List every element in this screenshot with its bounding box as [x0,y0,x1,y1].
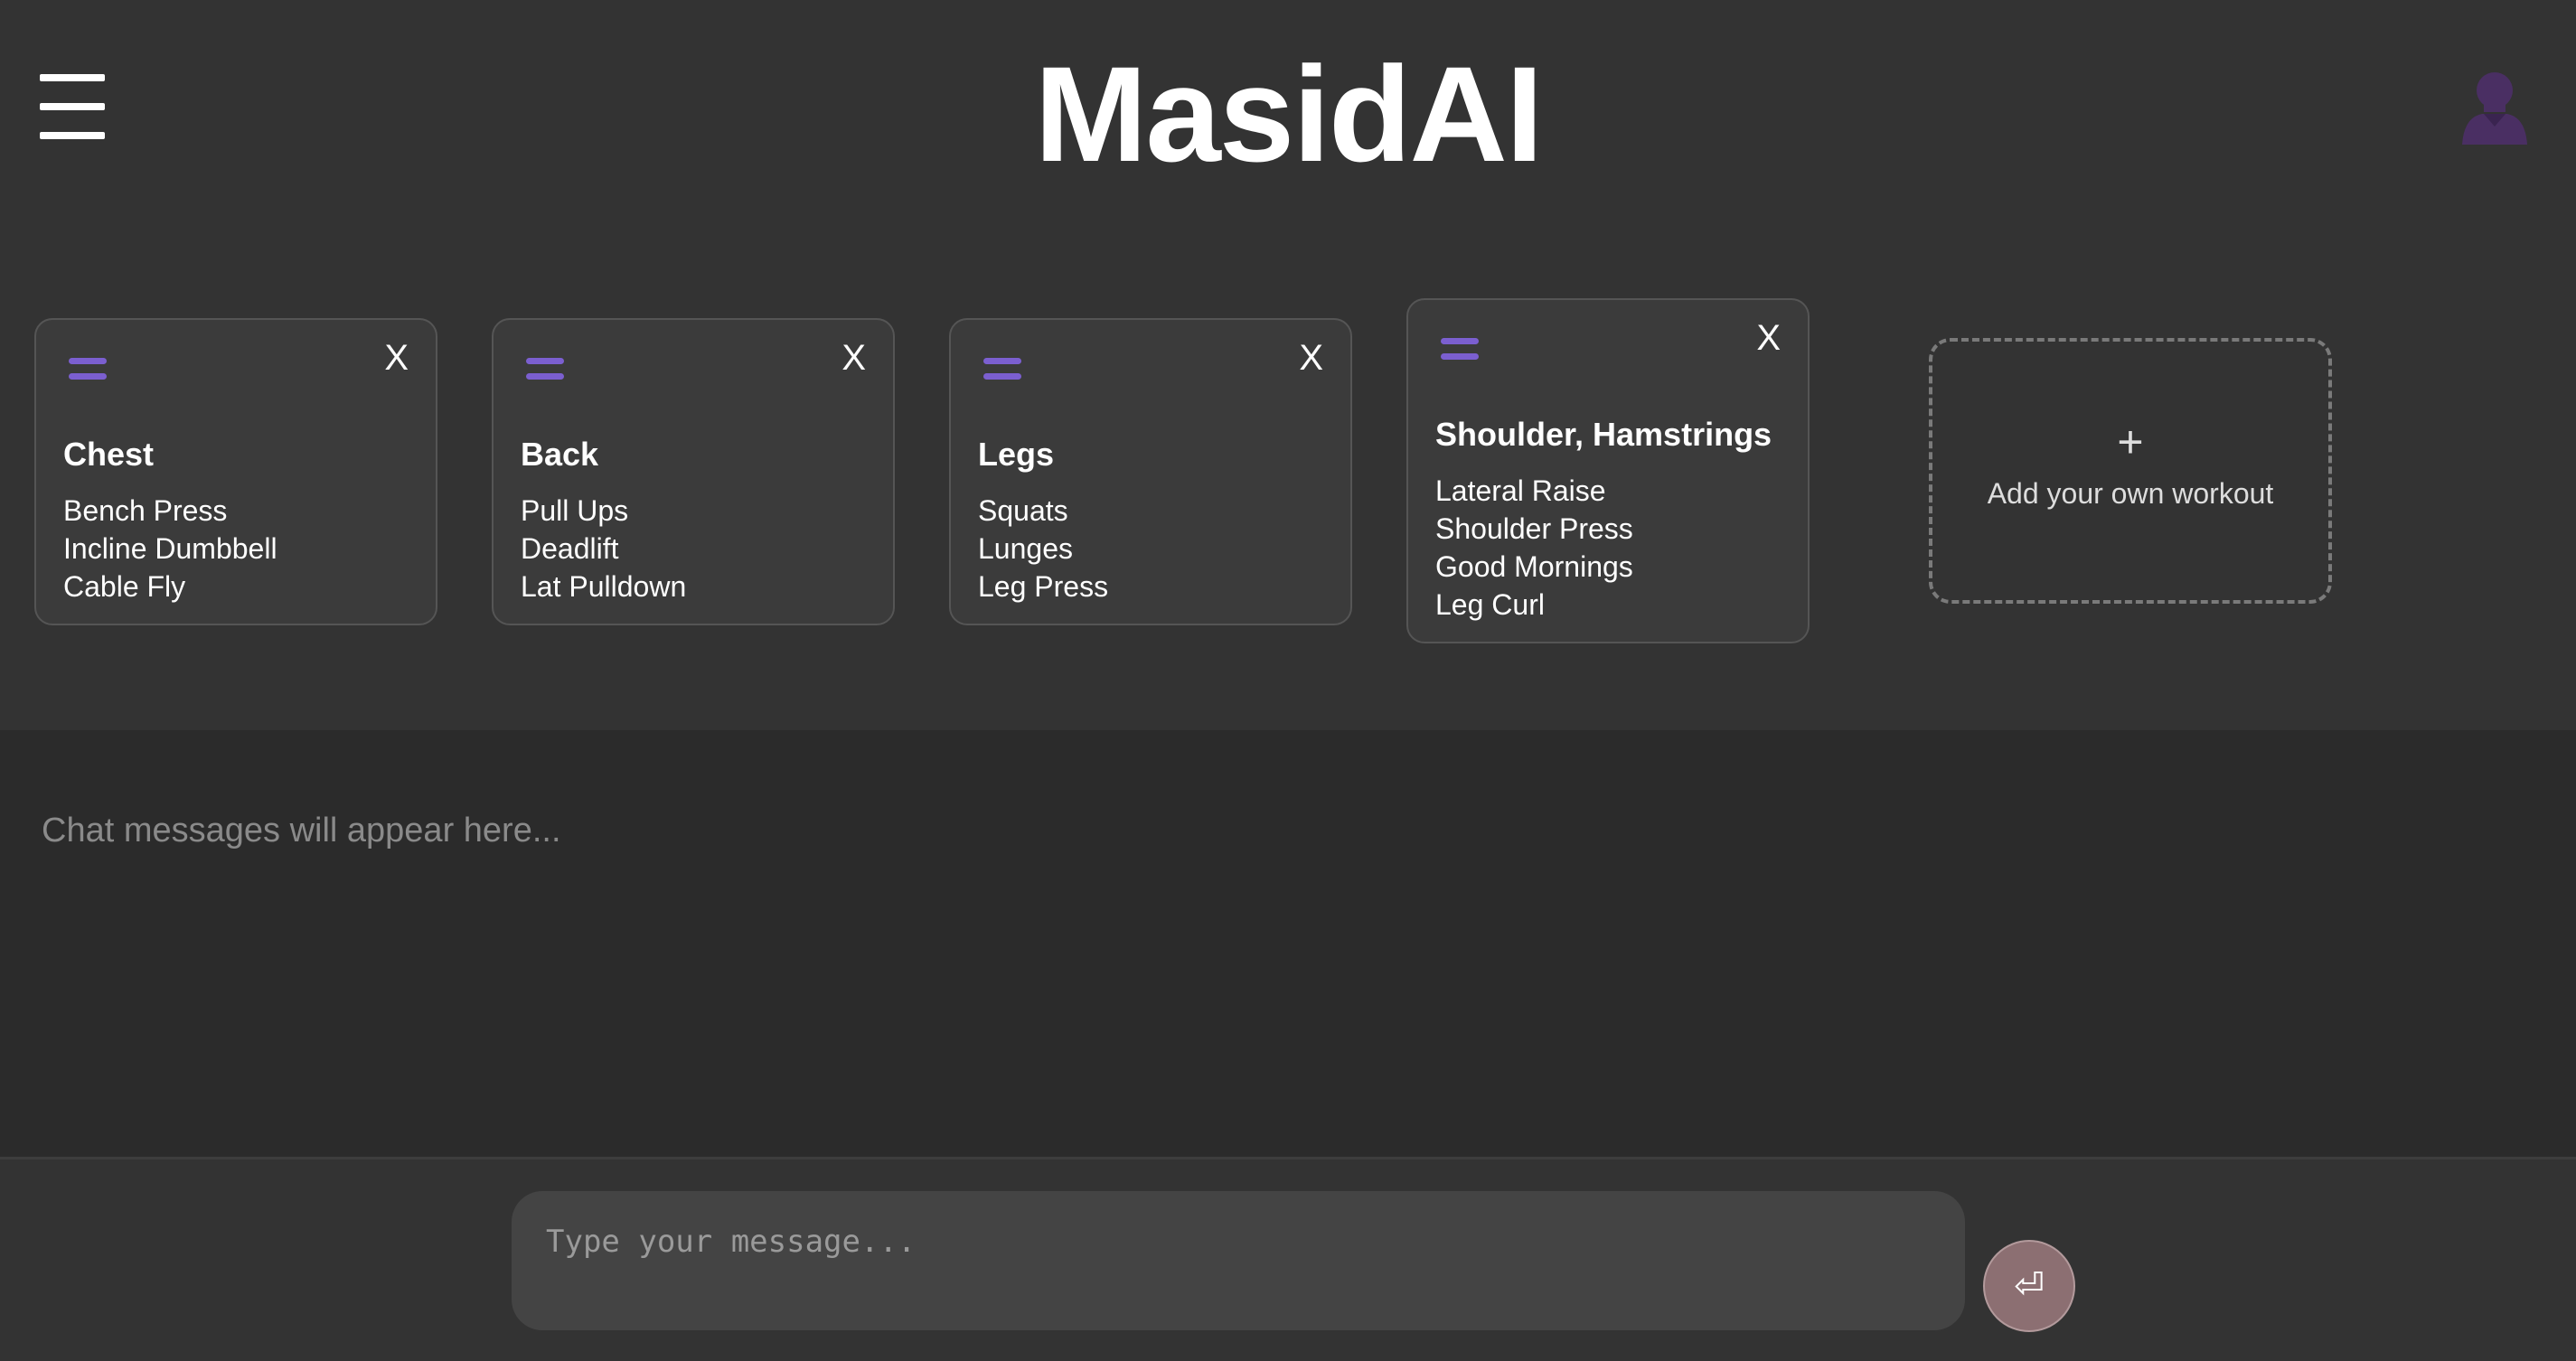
workout-title: Back [521,436,599,473]
message-input[interactable] [512,1191,1965,1330]
exercise-item: Bench Press [63,494,228,527]
drag-handle-icon[interactable] [1441,338,1479,360]
workout-title: Legs [978,436,1055,473]
app-title: MasidAI [1034,38,1543,190]
exercise-item: Leg Press [978,570,1109,603]
workout-card-chest[interactable]: X Chest Bench Press Incline Dumbbell Cab… [34,318,437,625]
exercise-list: Bench Press Incline Dumbbell Cable Fly [63,492,277,605]
exercise-item: Deadlift [521,532,619,565]
close-card-button[interactable]: X [1299,340,1323,376]
exercise-list: Squats Lunges Leg Press [978,492,1108,605]
exercise-list: Lateral Raise Shoulder Press Good Mornin… [1435,472,1633,624]
drag-handle-icon[interactable] [983,358,1021,380]
exercise-item: Pull Ups [521,494,629,527]
chat-placeholder: Chat messages will appear here... [42,812,561,849]
exercise-item: Leg Curl [1435,588,1545,621]
exercise-list: Pull Ups Deadlift Lat Pulldown [521,492,686,605]
workout-title: Shoulder, Hamstrings [1435,416,1772,453]
close-card-button[interactable]: X [841,340,866,376]
drag-handle-icon[interactable] [526,358,564,380]
drag-handle-icon[interactable] [69,358,107,380]
exercise-item: Good Mornings [1435,550,1633,583]
workout-card-legs[interactable]: X Legs Squats Lunges Leg Press [949,318,1352,625]
exercise-item: Squats [978,494,1068,527]
exercise-item: Lat Pulldown [521,570,687,603]
add-workout-button[interactable]: + Add your own workout [1929,338,2332,604]
send-button[interactable]: ⏎ [1983,1240,2075,1332]
add-workout-label: Add your own workout [1987,477,2274,510]
exercise-item: Cable Fly [63,570,186,603]
workout-card-shoulder-hamstrings[interactable]: X Shoulder, Hamstrings Lateral Raise Sho… [1406,298,1810,643]
exercise-item: Shoulder Press [1435,512,1633,545]
exercise-item: Incline Dumbbell [63,532,277,565]
exercise-item: Lunges [978,532,1073,565]
plus-icon: + [2117,417,2144,467]
exercise-item: Lateral Raise [1435,474,1606,507]
user-avatar-icon[interactable] [2458,67,2531,145]
workout-title: Chest [63,436,155,473]
close-card-button[interactable]: X [1756,320,1781,356]
close-card-button[interactable]: X [384,340,409,376]
workout-card-back[interactable]: X Back Pull Ups Deadlift Lat Pulldown [492,318,895,625]
